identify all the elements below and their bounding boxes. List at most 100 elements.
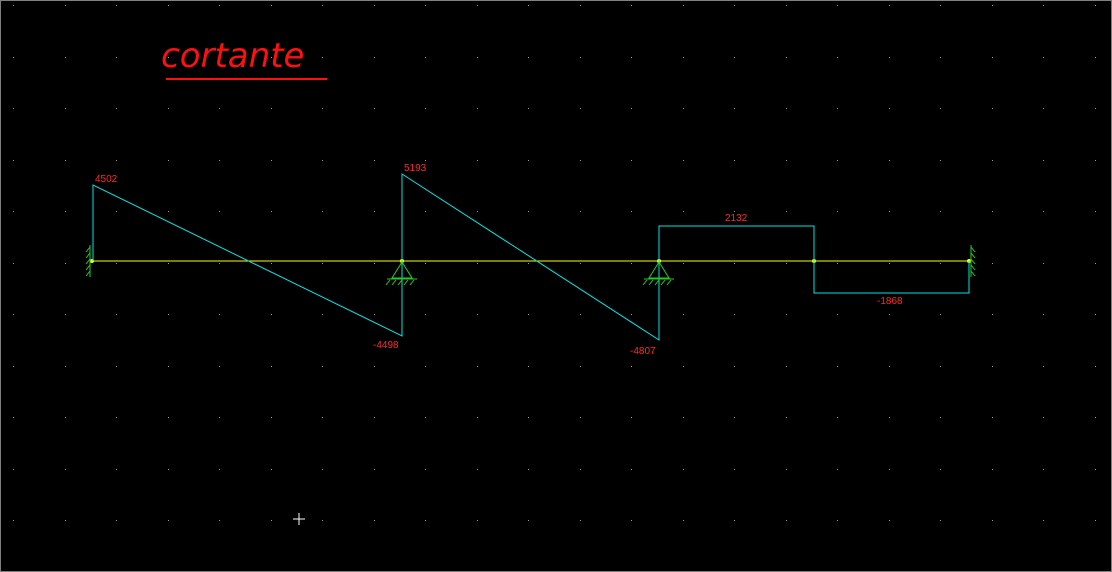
grid-dot	[889, 57, 890, 58]
grid-dot	[631, 314, 632, 315]
grid-dot	[116, 263, 117, 264]
grid-dot	[786, 263, 787, 264]
grid-dot	[889, 469, 890, 470]
grid-dot	[477, 160, 478, 161]
grid-dot	[13, 57, 14, 58]
grid-dot	[528, 57, 529, 58]
grid-dot	[477, 417, 478, 418]
grid-dot	[940, 57, 941, 58]
grid-dot	[116, 417, 117, 418]
grid-dot	[940, 314, 941, 315]
grid-dot	[168, 108, 169, 109]
grid-dot	[940, 211, 941, 212]
grid-dot	[837, 108, 838, 109]
grid-dot	[65, 108, 66, 109]
grid-dot	[683, 314, 684, 315]
grid-dot	[631, 5, 632, 6]
grid-dot	[580, 263, 581, 264]
grid-dot	[734, 57, 735, 58]
grid-dot	[425, 417, 426, 418]
grid-dot	[477, 5, 478, 6]
grid-dot	[683, 57, 684, 58]
grid-dot	[477, 314, 478, 315]
grid-dot	[65, 520, 66, 521]
grid-dot	[374, 108, 375, 109]
grid-dot	[116, 211, 117, 212]
shear-label-span2-end: -4807	[630, 346, 656, 357]
grid-dot	[322, 417, 323, 418]
grid-dot	[1095, 160, 1096, 161]
grid-dot	[219, 160, 220, 161]
grid-dot	[322, 314, 323, 315]
grid-dot	[168, 5, 169, 6]
grid-dot	[1095, 520, 1096, 521]
grid-dot	[1095, 314, 1096, 315]
grid-dot	[837, 263, 838, 264]
grid-dot	[631, 366, 632, 367]
grid-dot	[1095, 366, 1096, 367]
drawing-canvas[interactable]: cortante 4502 -4498 5193 -4807 2132 -186…	[0, 0, 1112, 572]
grid-dot	[992, 314, 993, 315]
fixed-support-right	[970, 245, 976, 277]
grid-dot	[580, 366, 581, 367]
grid-dot	[425, 211, 426, 212]
grid-dot	[65, 469, 66, 470]
grid-dot	[889, 520, 890, 521]
grid-dot	[425, 520, 426, 521]
grid-dot	[219, 314, 220, 315]
grid-dot	[425, 5, 426, 6]
grid-dot	[837, 314, 838, 315]
grid-dot	[734, 5, 735, 6]
grid-dot	[116, 314, 117, 315]
shear-label-span2-start: 5193	[404, 163, 427, 174]
grid-dot	[837, 211, 838, 212]
grid-dot	[477, 263, 478, 264]
grid-dot	[374, 520, 375, 521]
grid-dot	[65, 211, 66, 212]
grid-dot	[528, 366, 529, 367]
grid-dot	[992, 263, 993, 264]
grid-dot	[580, 469, 581, 470]
grid-dot	[786, 366, 787, 367]
grid-dot	[13, 108, 14, 109]
grid-dot	[322, 520, 323, 521]
grid-dot	[528, 263, 529, 264]
grid-dot	[168, 160, 169, 161]
grid-dot	[425, 263, 426, 264]
grid-dot	[168, 366, 169, 367]
grid-dot	[374, 5, 375, 6]
grid-dot	[631, 469, 632, 470]
grid-dot	[837, 417, 838, 418]
grid-dot	[425, 469, 426, 470]
grid-dot	[734, 211, 735, 212]
grid-dot	[116, 57, 117, 58]
grid-dot	[477, 211, 478, 212]
grid-dot	[889, 5, 890, 6]
grid-dot	[786, 160, 787, 161]
grid-dot	[580, 5, 581, 6]
grid-dot	[1043, 5, 1044, 6]
grid-dot	[786, 211, 787, 212]
grid-dot	[13, 366, 14, 367]
grid-dot	[322, 263, 323, 264]
grid-dot	[65, 5, 66, 6]
grid-dot	[786, 520, 787, 521]
grid-dot	[631, 211, 632, 212]
grid-dot	[940, 160, 941, 161]
grid-dot	[168, 211, 169, 212]
grid-dot	[992, 57, 993, 58]
grid-dot	[322, 366, 323, 367]
grid-dot	[786, 417, 787, 418]
grid-dot	[477, 57, 478, 58]
grid-dot	[1095, 263, 1096, 264]
grid-dot	[1043, 520, 1044, 521]
grid-dot	[271, 108, 272, 109]
grid-dot	[13, 314, 14, 315]
grid-dot	[580, 108, 581, 109]
grid-dot	[374, 314, 375, 315]
grid-dot	[1043, 57, 1044, 58]
grid-dot	[631, 57, 632, 58]
shear-label-left-start: 4502	[95, 174, 118, 185]
grid-dot	[219, 417, 220, 418]
grid-dot	[528, 211, 529, 212]
